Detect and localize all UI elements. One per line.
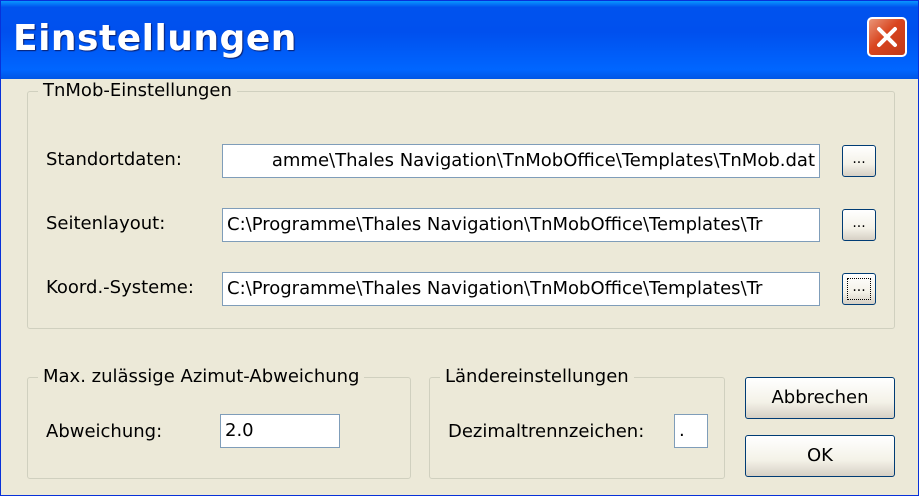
koord-systeme-label: Koord.-Systeme: bbox=[46, 277, 194, 298]
koord-systeme-value: C:\Programme\Thales Navigation\TnMobOffi… bbox=[227, 278, 763, 299]
seitenlayout-value: C:\Programme\Thales Navigation\TnMobOffi… bbox=[227, 214, 763, 235]
standortdaten-field[interactable]: amme\Thales Navigation\TnMobOffice\Templ… bbox=[222, 144, 820, 178]
ok-button[interactable]: OK bbox=[745, 435, 895, 477]
window-title: Einstellungen bbox=[13, 18, 297, 59]
title-bar[interactable]: Einstellungen bbox=[1, 1, 918, 79]
cancel-button[interactable]: Abbrechen bbox=[745, 377, 895, 419]
abweichung-input[interactable]: 2.0 bbox=[220, 414, 340, 448]
seitenlayout-label: Seitenlayout: bbox=[46, 213, 166, 234]
azimut-legend: Max. zulässige Azimut-Abweichung bbox=[38, 365, 365, 389]
standortdaten-label: Standortdaten: bbox=[46, 149, 182, 170]
seitenlayout-field[interactable]: C:\Programme\Thales Navigation\TnMobOffi… bbox=[222, 208, 820, 242]
koord-systeme-field[interactable]: C:\Programme\Thales Navigation\TnMobOffi… bbox=[222, 272, 820, 306]
seitenlayout-browse-button[interactable]: ... bbox=[842, 209, 876, 241]
koord-systeme-browse-button[interactable]: ... bbox=[842, 273, 876, 305]
standortdaten-value: amme\Thales Navigation\TnMobOffice\Templ… bbox=[271, 150, 815, 171]
tnmob-settings-legend: TnMob-Einstellungen bbox=[38, 79, 237, 103]
close-icon bbox=[877, 27, 897, 47]
standortdaten-browse-button[interactable]: ... bbox=[842, 145, 876, 177]
dialog-body: TnMob-Einstellungen Standortdaten: amme\… bbox=[5, 79, 914, 491]
dezimaltrennzeichen-label: Dezimaltrennzeichen: bbox=[448, 421, 645, 442]
abweichung-label: Abweichung: bbox=[46, 421, 163, 442]
close-button[interactable] bbox=[867, 17, 907, 57]
laender-group: Ländereinstellungen Dezimaltrennzeichen:… bbox=[429, 365, 725, 479]
azimut-group: Max. zulässige Azimut-Abweichung Abweich… bbox=[27, 365, 411, 479]
laender-legend: Ländereinstellungen bbox=[440, 365, 634, 389]
dezimaltrennzeichen-input[interactable]: . bbox=[674, 414, 708, 448]
settings-dialog: Einstellungen TnMob-Einstellungen Stando… bbox=[0, 0, 919, 496]
tnmob-settings-group: TnMob-Einstellungen Standortdaten: amme\… bbox=[27, 79, 895, 329]
